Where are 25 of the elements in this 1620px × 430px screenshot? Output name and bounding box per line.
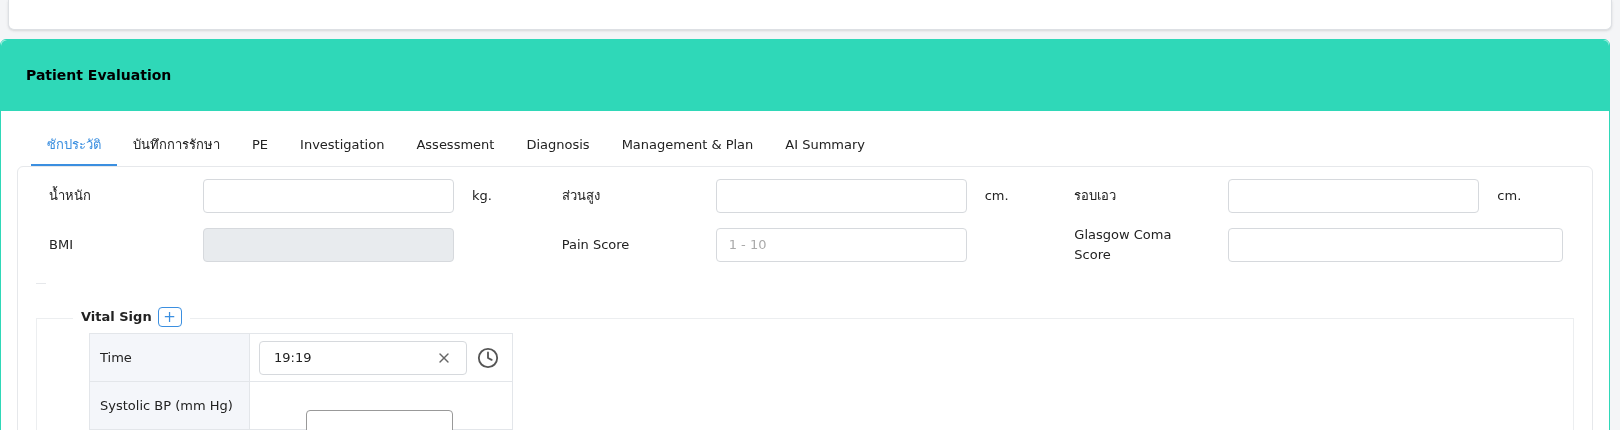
field-label: น้ำหนัก (49, 186, 92, 205)
time-input[interactable]: 19:19 (259, 340, 467, 375)
field-label: BMI (49, 236, 74, 254)
placeholder: 1 - 10 (728, 236, 767, 255)
row-label: Time (100, 348, 132, 367)
tab[interactable]: AI Summary (769, 134, 881, 166)
field-label: Pain Score (561, 236, 631, 254)
clock-icon[interactable] (477, 346, 499, 369)
section-title: Vital Sign (81, 308, 152, 327)
panel-title: Patient Evaluation (26, 66, 172, 85)
tab[interactable]: PE (236, 134, 285, 166)
field-label: รอบเอว (1074, 187, 1118, 205)
row-label: Systolic BP (mm Hg) (100, 396, 233, 415)
field-label: ส่วนสูง (561, 187, 601, 206)
tab[interactable]: Investigation (284, 134, 401, 166)
unit-label: cm. (984, 187, 1009, 206)
unit-label: cm. (1497, 187, 1522, 206)
tab[interactable]: Diagnosis (510, 134, 606, 166)
unit-label: kg. (472, 187, 492, 206)
tab[interactable]: บันทึกการรักษา (117, 134, 236, 166)
input-field[interactable] (306, 409, 453, 430)
tab[interactable]: Assessment (400, 134, 511, 166)
tab[interactable]: ซักประวัติ (31, 134, 117, 166)
field-label: Glasgow Coma Score (1074, 226, 1173, 264)
tab[interactable]: Management & Plan (605, 134, 770, 166)
